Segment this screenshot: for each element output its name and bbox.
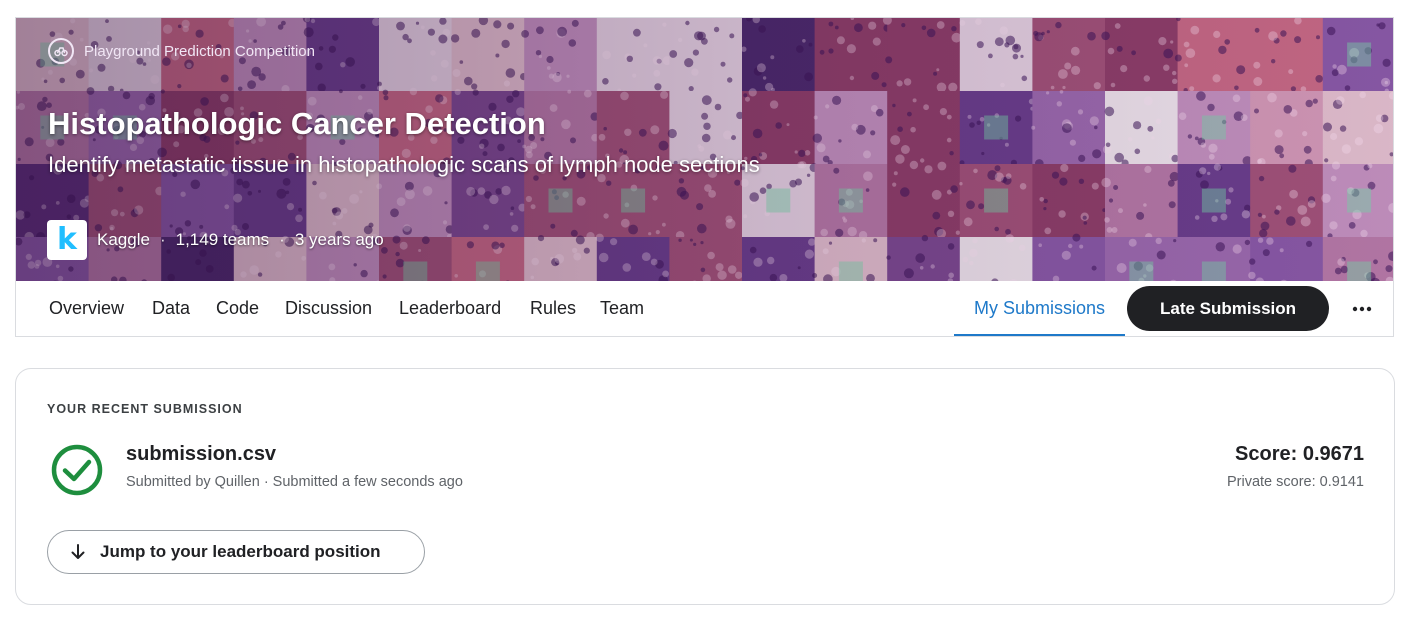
more-options-icon[interactable]: [1348, 295, 1376, 323]
tab-code[interactable]: Code: [216, 281, 259, 336]
public-score: Score: 0.9671: [1235, 443, 1364, 465]
jump-button-label: Jump to your leaderboard position: [100, 542, 381, 561]
competition-age: 3 years ago: [294, 230, 384, 249]
tab-team[interactable]: Team: [600, 281, 644, 336]
tab-rules[interactable]: Rules: [530, 281, 576, 336]
competition-tabs: Overview Data Code Discussion Leaderboar…: [16, 281, 1393, 336]
page: Playground Prediction Competition Histop…: [0, 0, 1420, 628]
kaggle-logo-letter: k: [57, 222, 77, 257]
submission-meta: Submitted by Quillen · Submitted a few s…: [126, 474, 463, 490]
jump-to-leaderboard-button[interactable]: Jump to your leaderboard position: [47, 530, 425, 574]
tab-overview[interactable]: Overview: [49, 281, 124, 336]
team-count: 1,149 teams: [175, 230, 270, 249]
arrow-down-icon: [71, 544, 85, 559]
tab-my-submissions[interactable]: My Submissions: [954, 281, 1126, 336]
tab-my-submissions-label: My Submissions: [974, 298, 1106, 318]
kaggle-logo[interactable]: k: [47, 220, 87, 260]
submission-file-name[interactable]: submission.csv: [126, 443, 276, 466]
tab-discussion[interactable]: Discussion: [285, 281, 372, 336]
section-heading: YOUR RECENT SUBMISSION: [47, 402, 243, 416]
host-name[interactable]: Kaggle: [97, 230, 150, 250]
active-tab-indicator: [954, 334, 1126, 336]
competition-title: Histopathologic Cancer Detection: [48, 106, 546, 141]
tab-leaderboard[interactable]: Leaderboard: [399, 281, 501, 336]
competition-subtitle: Identify metastatic tissue in histopatho…: [48, 152, 760, 177]
competition-type-label: Playground Prediction Competition: [84, 42, 315, 60]
private-score: Private score: 0.9141: [1226, 474, 1364, 490]
separator: ·: [159, 230, 166, 249]
tab-data[interactable]: Data: [152, 281, 190, 336]
competition-type-badge: Playground Prediction Competition: [48, 38, 315, 64]
host-info: k Kaggle · 1,149 teams · 3 years ago: [47, 220, 384, 260]
late-submission-button[interactable]: Late Submission: [1127, 286, 1329, 331]
banner-image: Playground Prediction Competition Histop…: [16, 18, 1393, 281]
competition-header: Playground Prediction Competition Histop…: [15, 17, 1394, 337]
playground-icon: [48, 38, 74, 64]
recent-submission-card: YOUR RECENT SUBMISSION submission.csv Su…: [15, 368, 1395, 605]
check-circle-icon: [51, 444, 103, 496]
separator: ·: [279, 230, 285, 249]
